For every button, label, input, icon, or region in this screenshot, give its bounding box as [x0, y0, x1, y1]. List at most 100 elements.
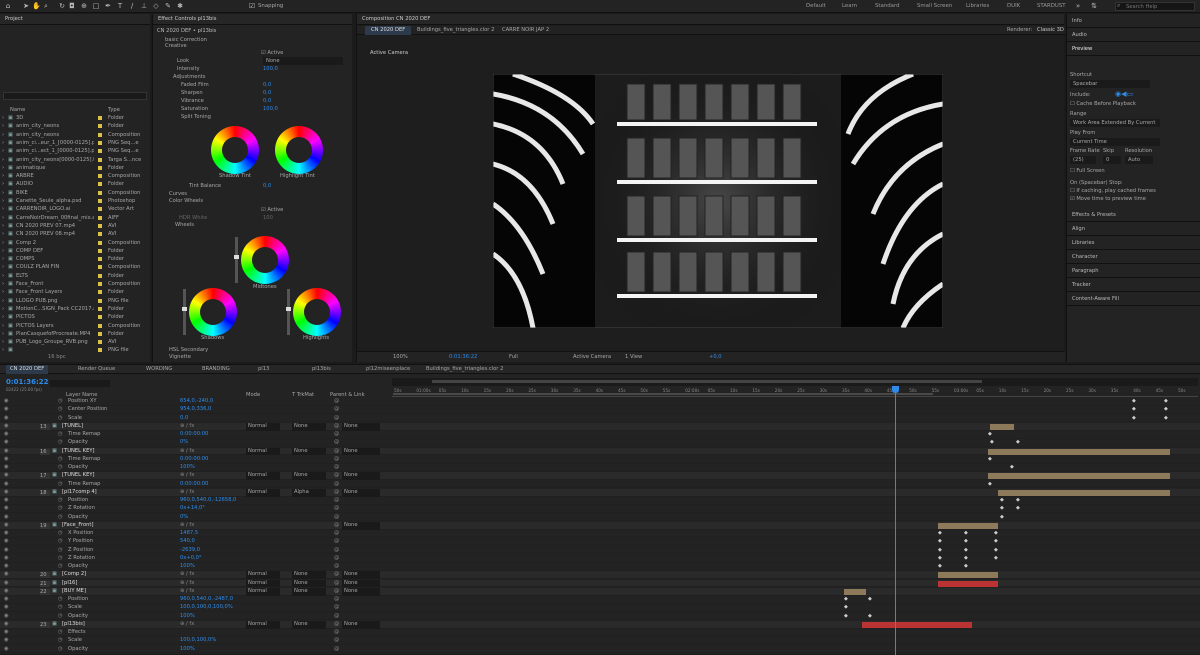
pickwhip-icon[interactable]: @: [334, 448, 339, 456]
play-cached-checkbox[interactable]: ☐ If caching, play cached frames: [1070, 188, 1156, 194]
keyframe-icon[interactable]: ◆: [938, 547, 942, 555]
blend-mode-dropdown[interactable]: Normal: [246, 571, 280, 580]
property-row[interactable]: ◉ ◷ Opacity 0% @ ◆: [0, 513, 1200, 522]
track-matte-dropdown[interactable]: None: [292, 587, 326, 596]
label-color-swatch[interactable]: [98, 190, 102, 195]
label-color-swatch[interactable]: [98, 257, 102, 262]
property-value[interactable]: 100,0,100,0%: [180, 637, 216, 645]
label-color-swatch[interactable]: [98, 215, 102, 220]
expand-arrow-icon[interactable]: ›: [2, 139, 4, 147]
layer-switches-icon[interactable]: ⊕ ∕ fx: [180, 489, 194, 497]
label-color-swatch[interactable]: [98, 273, 102, 278]
property-row[interactable]: ◉ ◷ X Position 1487,5 @ ◆ ◆ ◆: [0, 530, 1200, 538]
project-item[interactable]: › ▣ BIKE Composition: [0, 189, 150, 197]
keyframe-icon[interactable]: ◆: [938, 530, 942, 538]
timeline-tab[interactable]: BRANDING: [198, 365, 234, 374]
stopwatch-icon[interactable]: ◷: [58, 464, 63, 472]
pickwhip-icon[interactable]: @: [334, 398, 339, 406]
timeline-tab[interactable]: Render Queue: [74, 365, 119, 374]
stopwatch-icon[interactable]: ◷: [58, 555, 63, 563]
parent-dropdown[interactable]: None: [342, 571, 380, 580]
expand-arrow-icon[interactable]: ›: [2, 322, 4, 330]
pan-behind-tool-icon[interactable]: ⊕: [80, 2, 88, 10]
layer-name[interactable]: [pl13bis]: [62, 621, 85, 629]
property-value[interactable]: 0:00:00:00: [180, 431, 208, 439]
align-tab[interactable]: Align: [1067, 222, 1200, 236]
workspace-stardust[interactable]: STARDUST: [1037, 3, 1066, 9]
visibility-eye-icon[interactable]: ◉: [4, 481, 9, 489]
stopwatch-icon[interactable]: ◷: [58, 505, 63, 513]
label-color-swatch[interactable]: [98, 282, 102, 286]
visibility-eye-icon[interactable]: ◉: [4, 538, 9, 546]
workspace-libraries[interactable]: Libraries: [966, 3, 989, 9]
label-color-swatch[interactable]: [98, 323, 102, 328]
pickwhip-icon[interactable]: @: [334, 439, 339, 447]
property-value[interactable]: 100%: [180, 464, 195, 472]
timeline-tab[interactable]: Buildings_five_triangles.clor 2: [422, 365, 507, 374]
pickwhip-icon[interactable]: @: [334, 555, 339, 563]
expand-arrow-icon[interactable]: ›: [2, 214, 4, 222]
pickwhip-icon[interactable]: @: [334, 538, 339, 546]
parent-dropdown[interactable]: None: [342, 472, 380, 481]
visibility-eye-icon[interactable]: ◉: [4, 596, 9, 604]
property-value[interactable]: 100%: [180, 563, 195, 571]
keyframe-icon[interactable]: ◆: [994, 555, 998, 563]
timeline-current-time[interactable]: 0:01:36:22: [6, 378, 49, 386]
keyframe-icon[interactable]: ◆: [938, 538, 942, 546]
blend-mode-dropdown[interactable]: Normal: [246, 488, 280, 497]
keyframe-icon[interactable]: ◆: [844, 604, 848, 612]
property-value[interactable]: 540,0: [180, 538, 195, 546]
project-item[interactable]: › ▣ COULZ PLAN FIN Composition: [0, 263, 150, 271]
effects-presets-tab[interactable]: Effects & Presets: [1067, 208, 1200, 222]
layer-name[interactable]: [TUNEL KEY]: [62, 448, 95, 456]
snapping-checkbox-icon[interactable]: ☑: [248, 2, 256, 10]
keyframe-icon[interactable]: ◆: [988, 481, 992, 489]
layer-row[interactable]: ◉ 16 ▣ [TUNEL KEY] ⊕ ∕ fx Normal None @ N…: [0, 447, 1200, 456]
property-value[interactable]: 0x+14,0°: [180, 505, 205, 513]
expand-arrow-icon[interactable]: ›: [2, 346, 4, 354]
label-color-swatch[interactable]: [98, 182, 102, 187]
expand-arrow-icon[interactable]: ›: [2, 338, 4, 346]
pickwhip-icon[interactable]: @: [334, 646, 339, 654]
property-value[interactable]: 100,0,100,0,100,0%: [180, 604, 233, 612]
column-name-header[interactable]: Name: [10, 107, 25, 113]
layer-switches-icon[interactable]: ⊕ ∕ fx: [180, 580, 194, 588]
camera-tool-icon[interactable]: ◘: [68, 2, 76, 10]
playhead-handle[interactable]: [892, 386, 899, 393]
property-row[interactable]: ◉ ◷ Z Rotation 0x+0,0° @ ◆ ◆ ◆: [0, 554, 1200, 563]
parent-dropdown[interactable]: None: [342, 587, 380, 596]
keyframe-icon[interactable]: ◆: [994, 547, 998, 555]
layer-name[interactable]: [TUNEL KEY]: [62, 472, 95, 480]
timeline-tab[interactable]: pl13bis: [308, 365, 335, 374]
pickwhip-icon[interactable]: @: [334, 580, 339, 588]
parent-dropdown[interactable]: None: [342, 447, 380, 456]
visibility-eye-icon[interactable]: ◉: [4, 547, 9, 555]
keyframe-icon[interactable]: ◆: [988, 431, 992, 439]
keyframe-icon[interactable]: ◆: [964, 538, 968, 546]
saturation-value[interactable]: 100,0: [263, 105, 278, 113]
stopwatch-icon[interactable]: ◷: [58, 646, 63, 654]
keyframe-icon[interactable]: ◆: [938, 563, 942, 571]
highlights-slider[interactable]: [286, 289, 291, 335]
current-time-display[interactable]: 0:01:36:22: [449, 354, 477, 360]
stopwatch-icon[interactable]: ◷: [58, 439, 63, 447]
property-row[interactable]: ◉ ◷ Position XY 654,0,-240,0 @ ◆ ◆: [0, 398, 1200, 406]
camera-dropdown[interactable]: Active Camera: [573, 354, 611, 360]
property-value[interactable]: 100%: [180, 613, 195, 621]
eraser-tool-icon[interactable]: ◇: [152, 2, 160, 10]
layer-switches-icon[interactable]: ⊕ ∕ fx: [180, 472, 194, 480]
layer-duration-bar[interactable]: [998, 489, 1170, 496]
property-row[interactable]: ◉ ◷ Opacity 100% @ ◆ ◆: [0, 612, 1200, 621]
time-ruler[interactable]: 50s 01:00s 05s 10s 15s 20s 25s 30s 35s 40s 45s 50s 5…: [392, 387, 1198, 397]
pickwhip-icon[interactable]: @: [334, 629, 339, 637]
property-value[interactable]: 0%: [180, 439, 188, 447]
expand-arrow-icon[interactable]: ›: [2, 230, 4, 238]
visibility-eye-icon[interactable]: ◉: [4, 489, 9, 497]
layer-switches-icon[interactable]: ⊕ ∕ fx: [180, 522, 194, 530]
workspace-learn[interactable]: Learn: [842, 3, 857, 9]
pickwhip-icon[interactable]: @: [334, 522, 339, 530]
expand-arrow-icon[interactable]: ›: [2, 131, 4, 139]
content-aware-fill-tab[interactable]: Content-Aware Fill: [1067, 292, 1200, 306]
label-color-swatch[interactable]: [98, 157, 102, 162]
project-item[interactable]: › ▣ Face_Front Layers Folder: [0, 288, 150, 296]
